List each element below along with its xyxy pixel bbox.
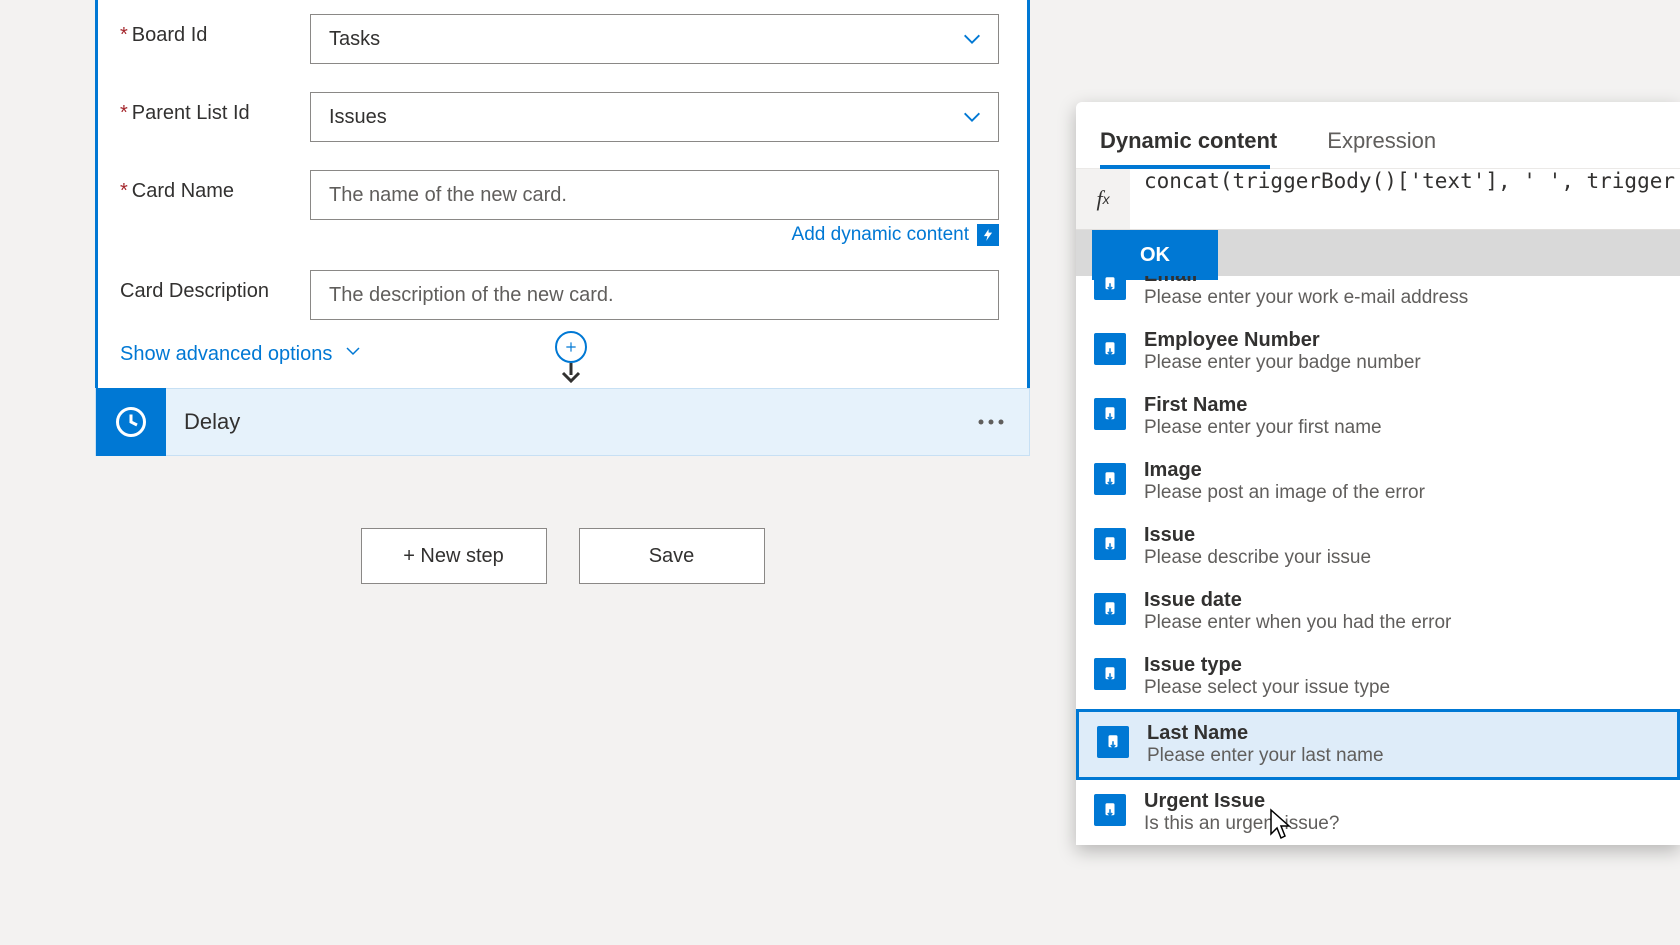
button-row: + New step Save [95, 528, 1030, 584]
token-item[interactable]: Issue datePlease enter when you had the … [1076, 579, 1680, 644]
tab-underline [1100, 165, 1270, 169]
ok-button[interactable]: OK [1092, 230, 1218, 280]
add-dynamic-content-link[interactable]: Add dynamic content [792, 224, 999, 246]
token-item[interactable]: Issue typePlease select your issue type [1076, 644, 1680, 709]
dynamic-content-panel: Dynamic content Expression fx concat(tri… [1076, 102, 1680, 845]
flow-arrow-icon [557, 363, 585, 388]
token-item[interactable]: Urgent IssueIs this an urgent issue? [1076, 780, 1680, 845]
token-title: First Name [1144, 394, 1382, 417]
input-card-name[interactable] [310, 170, 999, 220]
lightning-icon [977, 224, 999, 246]
token-desc: Please post an image of the error [1144, 482, 1425, 504]
expression-input[interactable]: concat(triggerBody()['text'], ' ', trigg… [1130, 169, 1680, 229]
label-card-desc: Card Description [120, 270, 310, 303]
token-item[interactable]: Last NamePlease enter your last name [1076, 709, 1680, 780]
label-card-name: Card Name [120, 170, 310, 203]
token-desc: Please enter your last name [1147, 745, 1384, 767]
label-board-id: Board Id [120, 14, 310, 47]
row-board-id: Board Id Tasks [98, 0, 1027, 78]
label-parent-list: Parent List Id [120, 92, 310, 125]
row-card-desc: Card Description [98, 256, 1027, 334]
show-advanced-link[interactable]: Show advanced options [120, 342, 362, 366]
form-icon [1097, 726, 1129, 758]
delay-action-card[interactable]: Delay [95, 388, 1030, 456]
token-desc: Please enter when you had the error [1144, 612, 1451, 634]
token-item[interactable]: First NamePlease enter your first name [1076, 384, 1680, 449]
tab-expression[interactable]: Expression [1327, 116, 1458, 168]
row-parent-list: Parent List Id Issues [98, 78, 1027, 156]
form-icon [1094, 593, 1126, 625]
add-step-button[interactable] [555, 331, 587, 363]
token-title: Email [1144, 276, 1468, 287]
clock-icon [96, 388, 166, 456]
token-title: Urgent Issue [1144, 790, 1339, 813]
token-desc: Is this an urgent issue? [1144, 813, 1339, 835]
token-item[interactable]: EmailPlease enter your work e-mail addre… [1076, 276, 1680, 319]
dynamic-content-link-row: Add dynamic content [98, 224, 1027, 256]
form-icon [1094, 276, 1126, 300]
delay-title: Delay [184, 409, 953, 435]
panel-tabs: Dynamic content Expression [1076, 102, 1680, 169]
form-icon [1094, 463, 1126, 495]
form-icon [1094, 528, 1126, 560]
token-desc: Please enter your badge number [1144, 352, 1421, 374]
select-board-id[interactable]: Tasks [310, 14, 999, 64]
more-menu-button[interactable] [953, 413, 1029, 431]
token-desc: Please enter your first name [1144, 417, 1382, 439]
tab-dynamic-content[interactable]: Dynamic content [1100, 116, 1299, 168]
chevron-down-icon [344, 342, 362, 366]
token-title: Image [1144, 459, 1425, 482]
input-card-desc[interactable] [310, 270, 999, 320]
token-title: Issue [1144, 524, 1371, 547]
form-icon [1094, 333, 1126, 365]
token-item[interactable]: ImagePlease post an image of the error [1076, 449, 1680, 514]
form-icon [1094, 398, 1126, 430]
select-parent-list[interactable]: Issues [310, 92, 999, 142]
new-step-button[interactable]: + New step [361, 528, 547, 584]
token-title: Employee Number [1144, 329, 1421, 352]
token-desc: Please select your issue type [1144, 677, 1390, 699]
token-list[interactable]: EmailPlease enter your work e-mail addre… [1076, 276, 1680, 845]
token-desc: Please describe your issue [1144, 547, 1371, 569]
save-button[interactable]: Save [579, 528, 765, 584]
form-icon [1094, 658, 1126, 690]
fx-icon: fx [1076, 169, 1130, 229]
fx-bar: fx concat(triggerBody()['text'], ' ', tr… [1076, 169, 1680, 230]
token-title: Last Name [1147, 722, 1384, 745]
token-desc: Please enter your work e-mail address [1144, 287, 1468, 309]
token-item[interactable]: Employee NumberPlease enter your badge n… [1076, 319, 1680, 384]
token-title: Issue date [1144, 589, 1451, 612]
row-card-name: Card Name [98, 156, 1027, 224]
token-item[interactable]: IssuePlease describe your issue [1076, 514, 1680, 579]
form-icon [1094, 794, 1126, 826]
ok-row: OK [1076, 230, 1680, 276]
token-title: Issue type [1144, 654, 1390, 677]
